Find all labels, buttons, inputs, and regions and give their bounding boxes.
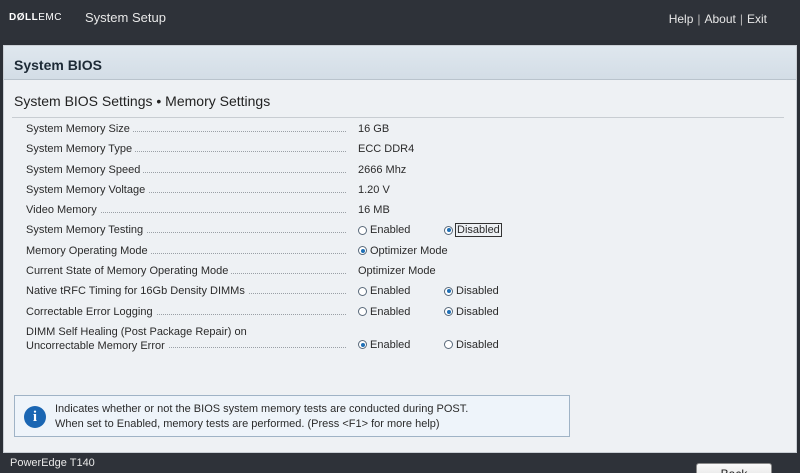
setting-row-correctable-error-logging: Correctable Error Logging Enabled Disabl… bbox=[26, 302, 586, 322]
setting-label: System Memory Voltage bbox=[26, 183, 149, 196]
setting-row-dimm-self-healing: DIMM Self Healing (Post Package Repair) … bbox=[26, 322, 586, 356]
radio-selected-icon bbox=[358, 246, 367, 256]
setting-label: System Memory Type bbox=[26, 143, 136, 156]
page-title: System BIOS Settings • Memory Settings bbox=[14, 93, 271, 109]
radio-selected-icon bbox=[358, 340, 367, 350]
self-healing-disabled-radio[interactable]: Disabled bbox=[444, 339, 499, 351]
setting-row-memory-speed: System Memory Speed 2666 Mhz bbox=[26, 160, 586, 180]
back-button[interactable]: Back bbox=[696, 463, 772, 473]
memory-testing-disabled-radio[interactable]: Disabled bbox=[444, 223, 502, 238]
footer-bar: PowerEdge T140 Back bbox=[0, 453, 800, 473]
info-icon: i bbox=[24, 406, 46, 428]
setting-label: Correctable Error Logging bbox=[26, 305, 156, 318]
setting-value: 1.20 V bbox=[358, 183, 390, 196]
setting-label: System Memory Size bbox=[26, 123, 133, 135]
setting-value: Optimizer Mode bbox=[358, 265, 436, 278]
radio-unselected-icon bbox=[358, 286, 367, 296]
setting-row-memory-voltage: System Memory Voltage 1.20 V bbox=[26, 180, 586, 200]
panel-title: System BIOS bbox=[14, 57, 102, 73]
separator: | bbox=[697, 12, 701, 26]
setting-row-video-memory: Video Memory 16 MB bbox=[26, 200, 586, 220]
radio-unselected-icon bbox=[358, 307, 367, 317]
setting-label: System Memory Speed bbox=[26, 163, 144, 176]
top-bar: DØLLEMC System Setup Help | About | Exit bbox=[0, 0, 800, 40]
native-trfc-enabled-radio[interactable]: Enabled bbox=[358, 285, 410, 297]
setting-label-line2: Uncorrectable Memory Error bbox=[26, 339, 168, 352]
radio-selected-icon bbox=[444, 225, 453, 235]
help-box: i Indicates whether or not the BIOS syst… bbox=[14, 395, 570, 437]
title-divider bbox=[12, 117, 784, 118]
error-logging-enabled-radio[interactable]: Enabled bbox=[358, 306, 410, 318]
exit-link[interactable]: Exit bbox=[747, 12, 767, 26]
memory-testing-enabled-radio[interactable]: Enabled bbox=[358, 224, 410, 236]
setting-value: 16 GB bbox=[358, 123, 390, 135]
setting-row-current-memory-mode: Current State of Memory Operating Mode O… bbox=[26, 261, 586, 281]
setting-value: 2666 Mhz bbox=[358, 163, 407, 176]
top-links: Help | About | Exit bbox=[669, 12, 767, 26]
native-trfc-disabled-radio[interactable]: Disabled bbox=[444, 285, 499, 297]
app-title: System Setup bbox=[85, 10, 166, 25]
setting-value: 16 MB bbox=[358, 204, 390, 217]
setting-label: Video Memory bbox=[26, 204, 100, 217]
error-logging-disabled-radio[interactable]: Disabled bbox=[444, 306, 499, 318]
setting-value: ECC DDR4 bbox=[358, 143, 415, 156]
setting-label-line1: DIMM Self Healing (Post Package Repair) … bbox=[26, 325, 250, 338]
self-healing-enabled-radio[interactable]: Enabled bbox=[358, 339, 410, 351]
radio-unselected-icon bbox=[358, 225, 367, 235]
setting-label: Current State of Memory Operating Mode bbox=[26, 265, 232, 278]
setting-row-memory-size: System Memory Size 16 GB bbox=[26, 119, 586, 139]
radio-selected-icon bbox=[444, 307, 453, 317]
setting-label: System Memory Testing bbox=[26, 224, 147, 237]
setting-label: Native tRFC Timing for 16Gb Density DIMM… bbox=[26, 285, 248, 298]
setting-row-memory-type: System Memory Type ECC DDR4 bbox=[26, 139, 586, 159]
dell-emc-logo: DØLLEMC bbox=[9, 12, 62, 23]
separator: | bbox=[739, 12, 743, 26]
panel-header: System BIOS bbox=[4, 46, 796, 80]
setting-row-native-trfc: Native tRFC Timing for 16Gb Density DIMM… bbox=[26, 281, 586, 301]
optimizer-mode-radio[interactable]: Optimizer Mode bbox=[358, 245, 448, 257]
help-link[interactable]: Help bbox=[669, 12, 694, 26]
radio-unselected-icon bbox=[444, 340, 453, 350]
settings-list: System Memory Size 16 GB System Memory T… bbox=[26, 119, 586, 356]
about-link[interactable]: About bbox=[705, 12, 736, 26]
main-panel: System BIOS System BIOS Settings • Memor… bbox=[3, 45, 797, 453]
setting-label: Memory Operating Mode bbox=[26, 244, 151, 257]
help-text: Indicates whether or not the BIOS system… bbox=[55, 403, 469, 430]
setting-row-memory-testing: System Memory Testing Enabled Disabled bbox=[26, 220, 586, 240]
model-name: PowerEdge T140 bbox=[10, 457, 95, 469]
setting-row-memory-operating-mode: Memory Operating Mode Optimizer Mode bbox=[26, 241, 586, 261]
radio-selected-icon bbox=[444, 286, 453, 296]
